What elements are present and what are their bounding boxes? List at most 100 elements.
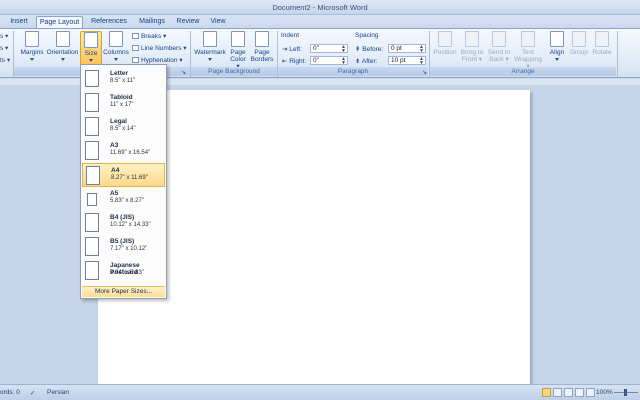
group-separator xyxy=(617,31,618,77)
orientation-label: Orientation xyxy=(46,49,79,56)
paper-size-tabloid[interactable]: Tabloid 11" x 17" xyxy=(82,91,165,115)
ribbon-tabs: Insert Page Layout References Mailings R… xyxy=(0,15,640,28)
watermark-button[interactable]: Watermark xyxy=(193,31,227,63)
breaks-button[interactable]: Breaks ▾ xyxy=(132,32,166,40)
bring-to-front-label-1: Bring to xyxy=(460,49,484,56)
align-button[interactable]: Align xyxy=(546,31,568,63)
page-icon xyxy=(85,213,99,232)
indent-left-field[interactable]: 0" ▲ ▼ xyxy=(310,44,348,54)
watermark-label: Watermark xyxy=(194,49,226,56)
paper-size-a4[interactable]: A4 8.27" x 11.69" xyxy=(82,163,165,187)
paper-size-dimensions: 3.94" x 5.83" xyxy=(110,270,144,276)
hyphenation-button[interactable]: Hyphenation ▾ xyxy=(132,56,183,64)
page-setup-dialog-launcher[interactable]: ↘ xyxy=(181,69,186,76)
paper-size-dimensions: 11.69" x 16.54" xyxy=(110,150,151,156)
margins-button[interactable]: Margins xyxy=(17,31,47,63)
paper-size-dimensions: 10.12" x 14.33" xyxy=(110,222,151,228)
left-fragment-2: s ▾ xyxy=(0,45,9,52)
spinner-icon[interactable]: ▲ ▼ xyxy=(419,45,424,54)
language-indicator[interactable]: Persian xyxy=(47,389,69,396)
tab-review[interactable]: Review xyxy=(173,16,203,28)
hyphenation-icon xyxy=(132,57,139,64)
breaks-icon xyxy=(132,33,139,40)
paper-size-name: Legal xyxy=(110,118,127,125)
bring-to-front-button[interactable]: Bring to Front ▾ xyxy=(458,31,486,63)
tab-page-layout[interactable]: Page Layout xyxy=(36,16,83,28)
proofing-icon[interactable]: ✓ xyxy=(30,389,35,397)
group-button[interactable]: Group xyxy=(568,31,590,56)
line-numbers-button[interactable]: Line Numbers ▾ xyxy=(132,44,187,52)
spinner-icon[interactable]: ▲ ▼ xyxy=(419,57,424,66)
paragraph-group-label: Paragraph xyxy=(278,67,428,76)
spacing-before-field[interactable]: 0 pt ▲ ▼ xyxy=(388,44,426,54)
text-wrapping-icon xyxy=(521,31,535,47)
draft-view-button[interactable] xyxy=(586,388,595,397)
page-color-icon xyxy=(231,31,245,47)
paper-size-b5-jis[interactable]: B5 (JIS) 7.17" x 10.12" xyxy=(82,235,165,259)
paper-size-dimensions: 7.17" x 10.12" xyxy=(110,246,148,252)
tab-references[interactable]: References xyxy=(86,16,132,28)
tab-view[interactable]: View xyxy=(206,16,230,28)
page-icon xyxy=(85,93,99,112)
chevron-down-icon xyxy=(208,57,212,61)
size-button[interactable]: Size xyxy=(80,31,102,67)
page-color-button[interactable]: PageColor ▾ xyxy=(228,31,248,70)
size-label: Size xyxy=(84,50,98,57)
indent-right-field[interactable]: 0" ▲ ▼ xyxy=(310,56,348,66)
paper-size-a3[interactable]: A3 11.69" x 16.54" xyxy=(82,139,165,163)
columns-icon xyxy=(109,31,123,47)
chevron-down-icon xyxy=(60,57,65,61)
word-count[interactable]: ords: 0 xyxy=(0,389,20,396)
orientation-icon xyxy=(55,31,70,47)
left-fragment-3: ts ▾ xyxy=(0,57,11,64)
tab-mailings[interactable]: Mailings xyxy=(134,16,170,28)
paragraph-dialog-launcher[interactable]: ↘ xyxy=(422,69,427,76)
outline-view-button[interactable] xyxy=(575,388,584,397)
send-to-back-label-2: Back xyxy=(489,56,504,63)
spacing-after-field[interactable]: 10 pt ▲ ▼ xyxy=(388,56,426,66)
position-button[interactable]: Position xyxy=(432,31,458,56)
rotate-button[interactable]: Rotate xyxy=(590,31,614,56)
send-to-back-button[interactable]: Send to Back ▾ xyxy=(486,31,512,63)
paper-size-name: B5 (JIS) xyxy=(110,238,135,245)
arrange-group-label: Arrange xyxy=(430,67,616,76)
chevron-down-icon xyxy=(555,57,559,61)
paper-size-a5[interactable]: A5 5.83" x 8.27" xyxy=(82,187,165,211)
line-numbers-label: Line Numbers xyxy=(141,45,182,52)
position-icon xyxy=(438,31,452,47)
paper-size-name: B4 (JIS) xyxy=(110,214,135,221)
web-layout-view-button[interactable] xyxy=(564,388,573,397)
page-icon xyxy=(85,261,99,280)
chevron-down-icon xyxy=(114,57,118,61)
paper-size-legal[interactable]: Legal 8.5" x 14" xyxy=(82,115,165,139)
orientation-button[interactable]: Orientation xyxy=(46,31,79,63)
text-wrapping-button[interactable]: TextWrapping ▾ xyxy=(513,31,543,70)
size-icon xyxy=(84,32,98,48)
zoom-slider-thumb[interactable] xyxy=(624,389,627,396)
rotate-label: Rotate xyxy=(592,49,612,56)
paper-size-letter[interactable]: Letter 8.5" x 11" xyxy=(82,67,165,91)
indent-left-value: 0" xyxy=(313,45,319,52)
paper-size-dimensions: 11" x 17" xyxy=(110,102,134,108)
paper-size-japanese-postcard[interactable]: Japanese Postcard 3.94" x 5.83" xyxy=(82,259,165,283)
paper-size-dimensions: 8.27" x 11.69" xyxy=(111,175,148,181)
page-borders-button[interactable]: Page Borders xyxy=(250,31,274,63)
paper-size-b4-jis[interactable]: B4 (JIS) 10.12" x 14.33" xyxy=(82,211,165,235)
page-borders-icon xyxy=(255,31,269,47)
spacing-after-value: 10 pt xyxy=(391,57,406,64)
paper-size-dimensions: 5.83" x 8.27" xyxy=(110,198,144,204)
text-wrapping-label-2: Wrapping xyxy=(514,56,542,63)
zoom-level[interactable]: 100% xyxy=(596,389,613,396)
paper-size-name: A5 xyxy=(110,190,119,197)
tab-insert[interactable]: Insert xyxy=(4,16,34,28)
spacing-after-label: ⇟ After: xyxy=(355,58,378,65)
print-layout-view-button[interactable] xyxy=(542,388,551,397)
spinner-icon[interactable]: ▲ ▼ xyxy=(341,45,346,54)
full-screen-view-button[interactable] xyxy=(553,388,562,397)
more-paper-sizes-button[interactable]: More Paper Sizes... xyxy=(82,286,165,297)
spinner-icon[interactable]: ▲ ▼ xyxy=(341,57,346,66)
columns-button[interactable]: Columns xyxy=(103,31,129,63)
page-icon xyxy=(85,117,99,136)
columns-label: Columns xyxy=(103,49,129,56)
page-color-label-1: Page xyxy=(230,49,246,56)
